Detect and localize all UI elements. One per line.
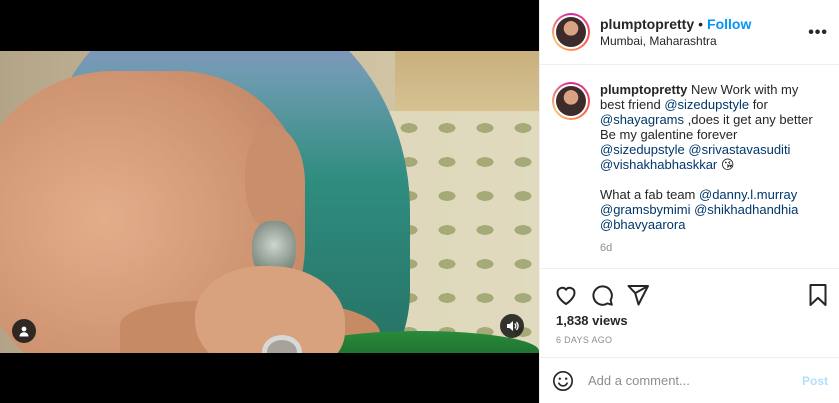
location-link[interactable]: Mumbai, Maharashtra [600, 34, 751, 48]
caption: plumptopretty New Work with my best frie… [552, 82, 828, 256]
share-icon[interactable] [626, 283, 650, 307]
mention-link[interactable]: @gramsbymimi [600, 202, 690, 217]
emoji-icon[interactable] [552, 370, 574, 392]
comments-section: plumptopretty New Work with my best frie… [540, 66, 839, 268]
bookmark-icon[interactable] [806, 283, 830, 307]
mention-link[interactable]: @srivastavasuditi [688, 142, 790, 157]
mention-link[interactable]: @sizedupstyle [664, 97, 749, 112]
mention-link[interactable]: @bhavyaarora [600, 217, 685, 232]
caption-paragraph: plumptopretty New Work with my best frie… [600, 82, 825, 172]
post-comment-button[interactable]: Post [802, 374, 828, 388]
comment-icon[interactable] [590, 283, 614, 307]
caption-username[interactable]: plumptopretty [600, 82, 687, 97]
instagram-post: plumptopretty • Follow Mumbai, Maharasht… [0, 0, 839, 403]
user-tag-icon [19, 326, 29, 337]
avatar-image [556, 86, 586, 116]
post-media[interactable] [0, 0, 539, 403]
caption-text-segment: for [749, 97, 768, 112]
speaker-icon [506, 321, 519, 331]
separator-dot: • [698, 16, 704, 32]
post-header: plumptopretty • Follow Mumbai, Maharasht… [540, 0, 839, 65]
background-wall [395, 51, 539, 113]
more-options-icon[interactable]: ••• [808, 24, 828, 42]
post-date[interactable]: 6 DAYS AGO [556, 335, 612, 345]
user-tag-button[interactable] [12, 319, 36, 343]
mention-link[interactable]: @vishakhabhaskkar [600, 157, 717, 172]
heart-icon[interactable] [554, 283, 578, 307]
username-link[interactable]: plumptopretty [600, 16, 694, 32]
avatar[interactable] [552, 13, 590, 51]
caption-text-segment: 😘 [717, 157, 735, 172]
caption-text-segment: What a fab team [600, 187, 699, 202]
mention-link[interactable]: @sizedupstyle [600, 142, 685, 157]
audio-toggle-button[interactable] [500, 314, 524, 338]
follow-button[interactable]: Follow [707, 16, 751, 32]
mention-link[interactable]: @shikhadhandhia [694, 202, 798, 217]
caption-time-ago: 6d [600, 242, 613, 254]
view-count[interactable]: 1,838 views [556, 313, 628, 328]
comment-input[interactable] [588, 373, 802, 388]
avatar-image [556, 17, 586, 47]
mention-link[interactable]: @shayagrams [600, 112, 684, 127]
post-sidebar: plumptopretty • Follow Mumbai, Maharasht… [539, 0, 839, 403]
caption-avatar[interactable] [552, 82, 590, 120]
caption-text: plumptopretty New Work with my best frie… [600, 82, 825, 256]
caption-paragraph-2: What a fab team @danny.l.murray @gramsby… [600, 187, 825, 232]
add-comment-bar: Post [540, 357, 839, 403]
mention-link[interactable]: @danny.l.murray [699, 187, 797, 202]
video-player[interactable] [0, 51, 539, 353]
